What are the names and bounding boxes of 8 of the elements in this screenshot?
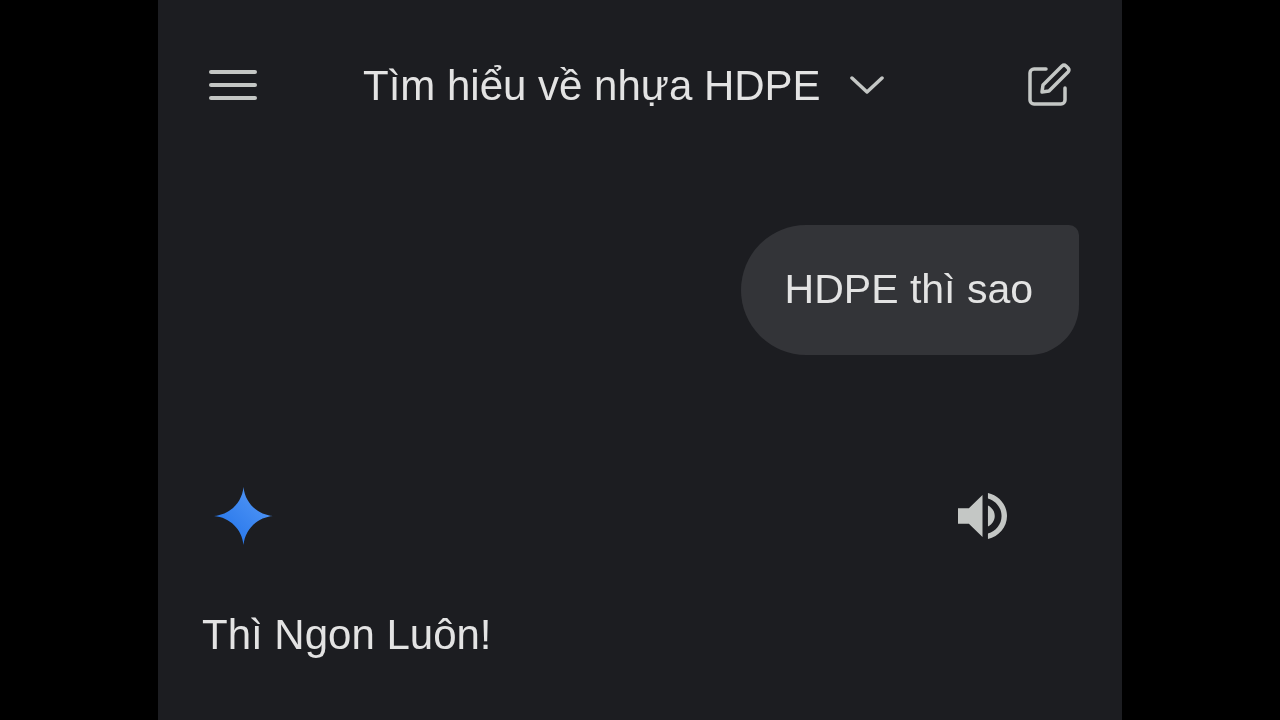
assistant-response-text: Thì Ngon Luôn! <box>202 610 492 660</box>
speaker-icon[interactable] <box>958 493 1007 539</box>
menu-icon[interactable] <box>209 70 257 100</box>
user-message-bubble: HDPE thì sao <box>740 225 1079 355</box>
sparkle-icon <box>214 487 273 545</box>
chevron-down-icon <box>849 75 884 95</box>
conversation-title-dropdown[interactable]: Tìm hiểu về nhựa HDPE <box>363 53 884 117</box>
edit-icon[interactable] <box>1026 62 1071 108</box>
